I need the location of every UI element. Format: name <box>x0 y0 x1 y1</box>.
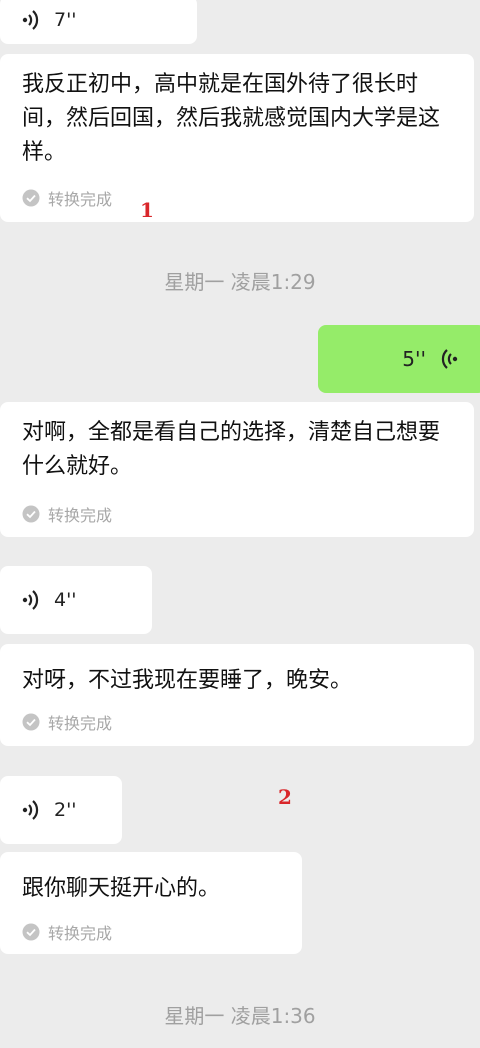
status-text: 转换完成 <box>48 714 113 733</box>
check-circle-icon <box>22 505 40 523</box>
voice-message[interactable]: 7'' <box>0 0 197 44</box>
voice-duration: 7'' <box>54 9 77 31</box>
voice-wave-icon <box>22 10 39 30</box>
voice-wave-icon <box>22 590 39 610</box>
conversion-status: 转换完成 <box>22 920 112 944</box>
voice-duration: 2'' <box>54 799 77 821</box>
transcription-bubble[interactable]: 我反正初中，高中就是在国外待了很长时间，然后回国，然后我就感觉国内大学是这样。 … <box>0 54 474 222</box>
voice-duration: 4'' <box>54 589 77 611</box>
voice-wave-icon <box>22 800 39 820</box>
conversion-status: 转换完成 <box>22 502 112 526</box>
status-text: 转换完成 <box>48 924 113 943</box>
conversion-status: 转换完成 <box>22 186 112 210</box>
voice-message[interactable]: 2'' <box>0 776 122 844</box>
transcription-text: 对啊，全都是看自己的选择，清楚自己想要什么就好。 <box>22 420 441 479</box>
timestamp: 星期一 凌晨1:29 <box>164 270 316 294</box>
transcription-bubble[interactable]: 对啊，全都是看自己的选择，清楚自己想要什么就好。 转换完成 <box>0 402 474 537</box>
timestamp: 星期一 凌晨1:36 <box>164 1004 316 1028</box>
transcription-bubble[interactable]: 跟你聊天挺开心的。 转换完成 <box>0 852 302 954</box>
check-circle-icon <box>22 713 40 731</box>
conversion-status: 转换完成 <box>22 710 112 734</box>
annotation-marker-2: 2 <box>278 785 292 809</box>
annotation-marker-1: 1 <box>140 198 154 222</box>
status-text: 转换完成 <box>48 506 113 525</box>
transcription-text: 我反正初中，高中就是在国外待了很长时间，然后回国，然后我就感觉国内大学是这样。 <box>22 72 441 165</box>
transcription-text: 跟你聊天挺开心的。 <box>22 876 221 901</box>
voice-message[interactable]: 4'' <box>0 566 152 634</box>
check-circle-icon <box>22 923 40 941</box>
transcription-text: 对呀，不过我现在要睡了，晚安。 <box>22 668 353 693</box>
voice-wave-icon <box>441 349 458 369</box>
check-circle-icon <box>22 189 40 207</box>
status-text: 转换完成 <box>48 190 113 209</box>
voice-duration: 5'' <box>402 347 426 371</box>
transcription-bubble[interactable]: 对呀，不过我现在要睡了，晚安。 转换完成 <box>0 644 474 746</box>
outgoing-voice-message[interactable]: 5'' <box>318 325 480 393</box>
